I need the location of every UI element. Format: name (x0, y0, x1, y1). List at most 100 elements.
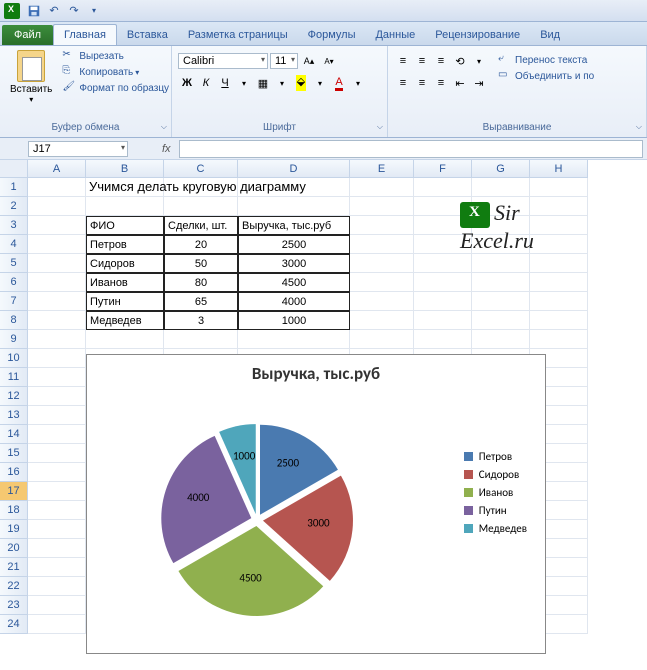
cell[interactable] (414, 311, 472, 330)
row-header[interactable]: 1 (0, 178, 28, 197)
name-box[interactable]: J17 (28, 141, 128, 157)
orientation-button[interactable]: ⟲ (451, 52, 469, 70)
row-header[interactable]: 5 (0, 254, 28, 273)
cell[interactable] (86, 330, 164, 349)
cell[interactable]: Петров (86, 235, 164, 254)
fill-color-button[interactable]: ⬙ (292, 74, 310, 92)
format-painter-button[interactable]: 🖌Формат по образцу (60, 80, 171, 96)
row-header[interactable]: 11 (0, 368, 28, 387)
align-bottom-button[interactable]: ≡ (432, 52, 450, 70)
row-header[interactable]: 20 (0, 539, 28, 558)
cell[interactable] (28, 273, 86, 292)
cell[interactable]: 3 (164, 311, 238, 330)
row-header[interactable]: 17 (0, 482, 28, 501)
cell[interactable] (350, 178, 414, 197)
cell[interactable] (238, 330, 350, 349)
column-header[interactable]: A (28, 160, 86, 178)
orientation-dropdown[interactable]: ▾ (470, 52, 488, 70)
cell[interactable] (350, 273, 414, 292)
cell[interactable] (164, 178, 238, 197)
cell[interactable]: 4000 (238, 292, 350, 311)
cell[interactable] (238, 197, 350, 216)
tab-formulas[interactable]: Формулы (298, 25, 366, 45)
cell[interactable] (530, 216, 588, 235)
cell[interactable] (414, 197, 472, 216)
cell[interactable]: Учимся делать круговую диаграмму (86, 178, 164, 197)
row-header[interactable]: 7 (0, 292, 28, 311)
save-button[interactable] (25, 2, 43, 20)
font-size-select[interactable]: 11 (270, 53, 298, 69)
tab-data[interactable]: Данные (365, 25, 425, 45)
cell[interactable]: Иванов (86, 273, 164, 292)
increase-indent-button[interactable]: ⇥ (470, 74, 488, 92)
bold-button[interactable]: Ж (178, 74, 196, 92)
cell[interactable]: 50 (164, 254, 238, 273)
cell[interactable] (28, 311, 86, 330)
row-header[interactable]: 21 (0, 558, 28, 577)
cell[interactable] (350, 330, 414, 349)
cell[interactable]: 4500 (238, 273, 350, 292)
undo-button[interactable]: ↶ (45, 2, 63, 20)
align-middle-button[interactable]: ≡ (413, 52, 431, 70)
font-name-select[interactable]: Calibri (178, 53, 268, 69)
cell[interactable] (28, 520, 86, 539)
row-header[interactable]: 9 (0, 330, 28, 349)
tab-home[interactable]: Главная (53, 24, 117, 45)
cell[interactable] (28, 387, 86, 406)
column-header[interactable]: E (350, 160, 414, 178)
cell[interactable] (28, 558, 86, 577)
row-header[interactable]: 19 (0, 520, 28, 539)
redo-button[interactable]: ↷ (65, 2, 83, 20)
cell[interactable]: Сделки, шт. (164, 216, 238, 235)
borders-dropdown[interactable]: ▾ (273, 74, 291, 92)
merge-button[interactable]: ▭Объединить и по (496, 68, 596, 84)
cell[interactable] (350, 292, 414, 311)
row-header[interactable]: 22 (0, 577, 28, 596)
cell[interactable] (472, 292, 530, 311)
row-header[interactable]: 2 (0, 197, 28, 216)
cell[interactable] (28, 349, 86, 368)
align-top-button[interactable]: ≡ (394, 52, 412, 70)
row-header[interactable]: 4 (0, 235, 28, 254)
cell[interactable] (164, 197, 238, 216)
copy-button[interactable]: ⎘Копировать▾ (60, 64, 171, 80)
cell[interactable] (530, 235, 588, 254)
row-header[interactable]: 14 (0, 425, 28, 444)
cell[interactable] (28, 216, 86, 235)
formula-input[interactable] (179, 140, 643, 158)
cell[interactable] (28, 292, 86, 311)
cell[interactable] (350, 235, 414, 254)
cell[interactable] (530, 254, 588, 273)
cell[interactable] (28, 235, 86, 254)
font-color-dropdown[interactable]: ▾ (349, 74, 367, 92)
cell[interactable]: Медведев (86, 311, 164, 330)
borders-button[interactable]: ▦ (254, 74, 272, 92)
tab-review[interactable]: Рецензирование (425, 25, 530, 45)
cell[interactable]: 3000 (238, 254, 350, 273)
cell[interactable] (472, 330, 530, 349)
cell[interactable] (350, 216, 414, 235)
column-header[interactable]: H (530, 160, 588, 178)
cell[interactable]: ФИО (86, 216, 164, 235)
cell[interactable] (164, 330, 238, 349)
cell[interactable] (530, 330, 588, 349)
file-tab[interactable]: Файл (2, 25, 53, 45)
underline-dropdown[interactable]: ▾ (235, 74, 253, 92)
cell[interactable] (28, 444, 86, 463)
cell[interactable] (472, 311, 530, 330)
cell[interactable] (28, 254, 86, 273)
cell[interactable]: Путин (86, 292, 164, 311)
row-header[interactable]: 18 (0, 501, 28, 520)
row-header[interactable]: 6 (0, 273, 28, 292)
decrease-font-button[interactable]: A▾ (320, 52, 338, 70)
cell[interactable] (350, 197, 414, 216)
cell[interactable] (28, 615, 86, 634)
cell[interactable]: 80 (164, 273, 238, 292)
cell[interactable] (530, 292, 588, 311)
cell[interactable] (414, 178, 472, 197)
cell[interactable] (472, 235, 530, 254)
qat-customize-button[interactable]: ▾ (85, 2, 103, 20)
fill-color-dropdown[interactable]: ▾ (311, 74, 329, 92)
align-center-button[interactable]: ≡ (413, 74, 431, 92)
cell[interactable] (28, 368, 86, 387)
